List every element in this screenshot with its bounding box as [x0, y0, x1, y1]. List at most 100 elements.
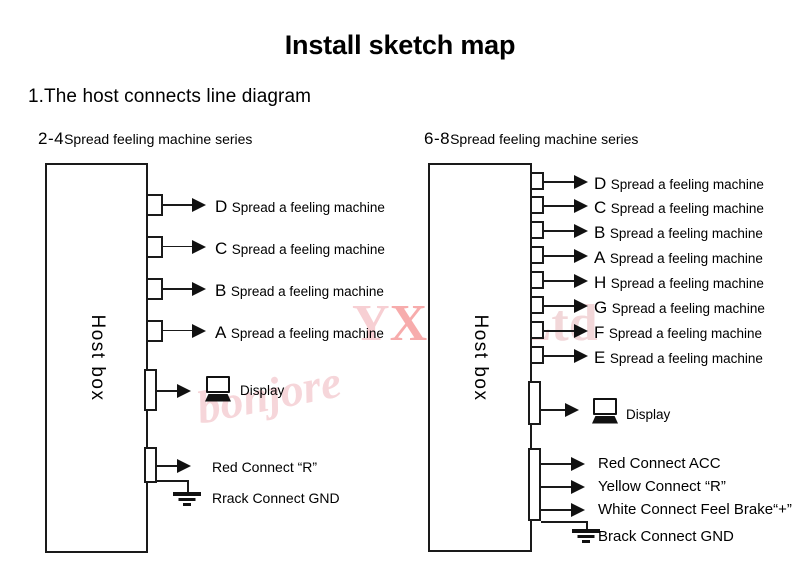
power-label-right-red: Red Connect ACC — [598, 455, 721, 472]
port-left-c[interactable] — [146, 236, 163, 258]
host-box-right: Host box — [428, 163, 532, 552]
port-label-right-b: B Spread a feeling machine — [594, 224, 763, 241]
arrow-left-b — [192, 282, 206, 296]
wire-right-acc — [541, 463, 573, 465]
port-label-right-h: H Spread a feeling machine — [594, 274, 764, 291]
port-text-right-b: Spread a feeling machine — [609, 226, 763, 241]
series-range-left: 2-4 — [38, 129, 65, 148]
port-left-a[interactable] — [146, 320, 163, 342]
host-box-left: Host box — [45, 163, 148, 553]
port-key-left-d: D — [215, 197, 228, 216]
wire-right-c — [544, 205, 576, 207]
port-right-display[interactable] — [528, 381, 541, 425]
port-right-h[interactable] — [530, 271, 544, 289]
port-label-left-a: A Spread a feeling machine — [215, 324, 384, 341]
wire-right-h — [544, 280, 576, 282]
port-label-left-c: C Spread a feeling machine — [215, 240, 385, 257]
host-box-label-left: Host box — [86, 314, 108, 402]
display-label-left: Display — [240, 383, 285, 398]
port-key-right-b: B — [594, 223, 606, 242]
port-text-right-a: Spread a feeling machine — [609, 251, 763, 266]
host-box-label-right: Host box — [470, 314, 491, 401]
port-key-left-a: A — [215, 323, 227, 342]
port-key-right-d: D — [594, 174, 607, 193]
wire-right-a — [544, 255, 576, 257]
wire-right-d — [544, 181, 576, 183]
port-key-right-c: C — [594, 198, 607, 217]
series-label-left: 2-4Spread feeling machine series — [38, 129, 252, 149]
arrow-right-acc — [571, 457, 585, 471]
port-label-right-e: E Spread a feeling machine — [594, 349, 763, 366]
arrow-left-power — [177, 459, 191, 473]
display-icon-left — [205, 376, 231, 402]
port-right-d[interactable] — [530, 172, 544, 190]
sketch-map-page: Install sketch map 1.The host connects l… — [0, 0, 800, 583]
port-key-right-f: F — [594, 323, 605, 342]
wire-right-b — [544, 230, 576, 232]
port-left-d[interactable] — [146, 194, 163, 216]
port-key-right-h: H — [594, 273, 607, 292]
port-right-power[interactable] — [528, 448, 541, 521]
ground-bar-1-left — [173, 492, 201, 496]
wire-right-f — [544, 330, 576, 332]
watermark-company-part-2: X — [389, 295, 428, 352]
display-icon-right — [592, 398, 618, 424]
port-right-g[interactable] — [530, 296, 544, 314]
display-base-right — [592, 415, 618, 424]
port-left-display[interactable] — [144, 369, 157, 411]
port-right-b[interactable] — [530, 221, 544, 239]
port-key-right-e: E — [594, 348, 606, 367]
arrow-left-c — [192, 240, 206, 254]
wire-right-g — [544, 305, 576, 307]
series-label-right: 6-8Spread feeling machine series — [424, 129, 638, 149]
port-label-left-d: D Spread a feeling machine — [215, 198, 385, 215]
port-key-left-b: B — [215, 281, 227, 300]
wire-left-power — [157, 465, 179, 467]
port-right-e[interactable] — [530, 346, 544, 364]
display-screen-right — [593, 398, 617, 415]
port-left-b[interactable] — [146, 278, 163, 300]
display-label-right: Display — [626, 407, 671, 422]
arrow-right-white — [571, 503, 585, 517]
port-text-left-c: Spread a feeling machine — [231, 242, 385, 257]
ground-bar-3-right — [582, 540, 590, 543]
arrow-right-e — [574, 349, 588, 363]
wire-left-d — [163, 204, 194, 206]
port-label-right-a: A Spread a feeling machine — [594, 249, 763, 266]
port-key-left-c: C — [215, 239, 228, 258]
port-text-left-b: Spread a feeling machine — [230, 284, 384, 299]
arrow-right-f — [574, 324, 588, 338]
arrow-left-d — [192, 198, 206, 212]
ground-bar-2-left — [178, 498, 196, 501]
wire-left-b — [163, 288, 194, 290]
arrow-right-c — [574, 199, 588, 213]
power-label-left-gnd: Rrack Connect GND — [212, 490, 340, 506]
port-right-c[interactable] — [530, 196, 544, 214]
port-text-right-h: Spread a feeling machine — [610, 276, 764, 291]
port-text-right-d: Spread a feeling machine — [610, 177, 764, 192]
wire-right-yellow — [541, 486, 573, 488]
section-heading: 1.The host connects line diagram — [28, 86, 312, 107]
port-key-right-g: G — [594, 298, 608, 317]
series-text-right: Spread feeling machine series — [450, 131, 639, 147]
arrow-right-a — [574, 249, 588, 263]
port-label-right-c: C Spread a feeling machine — [594, 199, 764, 216]
wire-left-ground — [157, 480, 188, 482]
series-text-left: Spread feeling machine series — [64, 131, 253, 147]
power-label-right-white: White Connect Feel Brake“+” — [598, 501, 792, 518]
wire-right-ground — [541, 521, 588, 523]
port-label-right-f: F Spread a feeling machine — [594, 324, 762, 341]
port-label-right-d: D Spread a feeling machine — [594, 175, 764, 192]
arrow-right-display — [565, 403, 579, 417]
wire-right-white — [541, 509, 573, 511]
port-right-f[interactable] — [530, 321, 544, 339]
port-left-power[interactable] — [144, 447, 157, 483]
wire-right-e — [544, 355, 576, 357]
arrow-right-yellow — [571, 480, 585, 494]
arrow-left-display — [177, 384, 191, 398]
port-label-right-g: G Spread a feeling machine — [594, 299, 765, 316]
port-right-a[interactable] — [530, 246, 544, 264]
wire-left-c — [163, 246, 194, 247]
port-label-left-b: B Spread a feeling machine — [215, 282, 384, 299]
ground-bar-1-right — [572, 529, 600, 533]
